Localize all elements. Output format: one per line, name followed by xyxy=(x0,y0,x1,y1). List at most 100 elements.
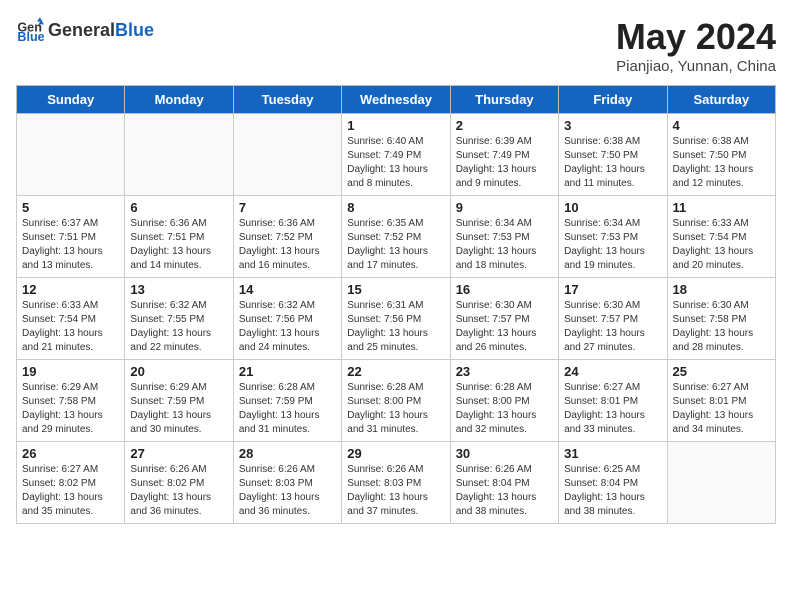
day-info: Sunrise: 6:29 AM Sunset: 7:58 PM Dayligh… xyxy=(22,381,119,437)
calendar-cell xyxy=(233,114,341,196)
day-info: Sunrise: 6:28 AM Sunset: 8:00 PM Dayligh… xyxy=(456,381,553,437)
day-number: 10 xyxy=(564,200,661,215)
calendar-cell: 7 Sunrise: 6:36 AM Sunset: 7:52 PM Daylig… xyxy=(233,196,341,278)
calendar-table: SundayMondayTuesdayWednesdayThursdayFrid… xyxy=(16,85,776,524)
day-number: 13 xyxy=(130,282,227,297)
title-block: May 2024 Pianjiao, Yunnan, China xyxy=(616,16,776,75)
calendar-cell: 30Sunrise: 6:26 AM Sunset: 8:04 PM Dayli… xyxy=(450,442,558,524)
day-number: 24 xyxy=(564,364,661,379)
calendar-cell: 11 Sunrise: 6:33 AM Sunset: 7:54 PM Dayli… xyxy=(667,196,775,278)
calendar-cell: 25Sunrise: 6:27 AM Sunset: 8:01 PM Dayli… xyxy=(667,360,775,442)
calendar-cell: 27 Sunrise: 6:26 AM Sunset: 8:02 PM Dayli… xyxy=(125,442,233,524)
calendar-header: SundayMondayTuesdayWednesdayThursdayFrid… xyxy=(17,86,776,114)
day-of-week-header: Thursday xyxy=(450,86,558,114)
calendar-cell: 2 Sunrise: 6:39 AM Sunset: 7:49 PM Daylig… xyxy=(450,114,558,196)
day-info: Sunrise: 6:37 AM Sunset: 7:51 PM Dayligh… xyxy=(22,217,119,273)
calendar-cell: 9 Sunrise: 6:34 AM Sunset: 7:53 PM Daylig… xyxy=(450,196,558,278)
day-info: Sunrise: 6:34 AM Sunset: 7:53 PM Dayligh… xyxy=(456,217,553,273)
day-number: 27 xyxy=(130,446,227,461)
calendar-cell: 29 Sunrise: 6:26 AM Sunset: 8:03 PM Dayli… xyxy=(342,442,450,524)
day-number: 20 xyxy=(130,364,227,379)
day-number: 16 xyxy=(456,282,553,297)
logo-icon: Gen Blue xyxy=(16,16,44,44)
day-number: 25 xyxy=(673,364,770,379)
day-info: Sunrise: 6:26 AM Sunset: 8:04 PM Dayligh… xyxy=(456,463,553,519)
calendar-cell: 24 Sunrise: 6:27 AM Sunset: 8:01 PM Dayli… xyxy=(559,360,667,442)
day-info: Sunrise: 6:26 AM Sunset: 8:03 PM Dayligh… xyxy=(347,463,444,519)
day-number: 7 xyxy=(239,200,336,215)
day-number: 3 xyxy=(564,118,661,133)
day-number: 21 xyxy=(239,364,336,379)
day-number: 14 xyxy=(239,282,336,297)
day-number: 17 xyxy=(564,282,661,297)
calendar-cell: 22Sunrise: 6:28 AM Sunset: 8:00 PM Dayli… xyxy=(342,360,450,442)
day-number: 1 xyxy=(347,118,444,133)
calendar-cell: 31 Sunrise: 6:25 AM Sunset: 8:04 PM Dayli… xyxy=(559,442,667,524)
calendar-cell: 13 Sunrise: 6:32 AM Sunset: 7:55 PM Dayli… xyxy=(125,278,233,360)
calendar-week-row: 19 Sunrise: 6:29 AM Sunset: 7:58 PM Dayli… xyxy=(17,360,776,442)
day-of-week-header: Saturday xyxy=(667,86,775,114)
day-number: 28 xyxy=(239,446,336,461)
calendar-week-row: 26Sunrise: 6:27 AM Sunset: 8:02 PM Dayli… xyxy=(17,442,776,524)
day-info: Sunrise: 6:38 AM Sunset: 7:50 PM Dayligh… xyxy=(673,135,770,191)
day-number: 2 xyxy=(456,118,553,133)
svg-text:Blue: Blue xyxy=(17,30,44,44)
day-info: Sunrise: 6:32 AM Sunset: 7:56 PM Dayligh… xyxy=(239,299,336,355)
day-info: Sunrise: 6:25 AM Sunset: 8:04 PM Dayligh… xyxy=(564,463,661,519)
calendar-cell: 17Sunrise: 6:30 AM Sunset: 7:57 PM Dayli… xyxy=(559,278,667,360)
day-number: 11 xyxy=(673,200,770,215)
calendar-cell: 28Sunrise: 6:26 AM Sunset: 8:03 PM Dayli… xyxy=(233,442,341,524)
calendar-cell: 21 Sunrise: 6:28 AM Sunset: 7:59 PM Dayli… xyxy=(233,360,341,442)
calendar-cell: 10 Sunrise: 6:34 AM Sunset: 7:53 PM Dayli… xyxy=(559,196,667,278)
day-number: 26 xyxy=(22,446,119,461)
days-of-week-row: SundayMondayTuesdayWednesdayThursdayFrid… xyxy=(17,86,776,114)
day-info: Sunrise: 6:30 AM Sunset: 7:58 PM Dayligh… xyxy=(673,299,770,355)
day-number: 19 xyxy=(22,364,119,379)
day-info: Sunrise: 6:36 AM Sunset: 7:51 PM Dayligh… xyxy=(130,217,227,273)
calendar-cell: 12 Sunrise: 6:33 AM Sunset: 7:54 PM Dayli… xyxy=(17,278,125,360)
calendar-cell: 3 Sunrise: 6:38 AM Sunset: 7:50 PM Daylig… xyxy=(559,114,667,196)
calendar-cell: 8Sunrise: 6:35 AM Sunset: 7:52 PM Daylig… xyxy=(342,196,450,278)
day-number: 18 xyxy=(673,282,770,297)
day-info: Sunrise: 6:38 AM Sunset: 7:50 PM Dayligh… xyxy=(564,135,661,191)
day-info: Sunrise: 6:30 AM Sunset: 7:57 PM Dayligh… xyxy=(456,299,553,355)
calendar-cell xyxy=(667,442,775,524)
day-info: Sunrise: 6:33 AM Sunset: 7:54 PM Dayligh… xyxy=(673,217,770,273)
day-number: 29 xyxy=(347,446,444,461)
calendar-location: Pianjiao, Yunnan, China xyxy=(616,58,776,75)
calendar-cell: 1Sunrise: 6:40 AM Sunset: 7:49 PM Daylig… xyxy=(342,114,450,196)
calendar-cell: 14 Sunrise: 6:32 AM Sunset: 7:56 PM Dayli… xyxy=(233,278,341,360)
calendar-body: 1Sunrise: 6:40 AM Sunset: 7:49 PM Daylig… xyxy=(17,114,776,524)
calendar-cell: 26Sunrise: 6:27 AM Sunset: 8:02 PM Dayli… xyxy=(17,442,125,524)
day-number: 5 xyxy=(22,200,119,215)
calendar-cell xyxy=(17,114,125,196)
day-info: Sunrise: 6:36 AM Sunset: 7:52 PM Dayligh… xyxy=(239,217,336,273)
calendar-cell: 15Sunrise: 6:31 AM Sunset: 7:56 PM Dayli… xyxy=(342,278,450,360)
day-info: Sunrise: 6:33 AM Sunset: 7:54 PM Dayligh… xyxy=(22,299,119,355)
calendar-week-row: 1Sunrise: 6:40 AM Sunset: 7:49 PM Daylig… xyxy=(17,114,776,196)
day-number: 23 xyxy=(456,364,553,379)
day-number: 9 xyxy=(456,200,553,215)
calendar-title: May 2024 xyxy=(616,16,776,58)
day-info: Sunrise: 6:35 AM Sunset: 7:52 PM Dayligh… xyxy=(347,217,444,273)
day-info: Sunrise: 6:26 AM Sunset: 8:02 PM Dayligh… xyxy=(130,463,227,519)
day-number: 4 xyxy=(673,118,770,133)
day-of-week-header: Tuesday xyxy=(233,86,341,114)
calendar-cell: 4 Sunrise: 6:38 AM Sunset: 7:50 PM Daylig… xyxy=(667,114,775,196)
day-info: Sunrise: 6:29 AM Sunset: 7:59 PM Dayligh… xyxy=(130,381,227,437)
calendar-cell: 5 Sunrise: 6:37 AM Sunset: 7:51 PM Daylig… xyxy=(17,196,125,278)
day-info: Sunrise: 6:32 AM Sunset: 7:55 PM Dayligh… xyxy=(130,299,227,355)
day-info: Sunrise: 6:34 AM Sunset: 7:53 PM Dayligh… xyxy=(564,217,661,273)
day-number: 12 xyxy=(22,282,119,297)
day-info: Sunrise: 6:39 AM Sunset: 7:49 PM Dayligh… xyxy=(456,135,553,191)
day-of-week-header: Monday xyxy=(125,86,233,114)
day-info: Sunrise: 6:27 AM Sunset: 8:01 PM Dayligh… xyxy=(564,381,661,437)
calendar-week-row: 5 Sunrise: 6:37 AM Sunset: 7:51 PM Daylig… xyxy=(17,196,776,278)
day-number: 31 xyxy=(564,446,661,461)
day-info: Sunrise: 6:28 AM Sunset: 7:59 PM Dayligh… xyxy=(239,381,336,437)
day-number: 6 xyxy=(130,200,227,215)
day-info: Sunrise: 6:31 AM Sunset: 7:56 PM Dayligh… xyxy=(347,299,444,355)
day-of-week-header: Sunday xyxy=(17,86,125,114)
logo-blue-text: Blue xyxy=(115,20,154,41)
page-header: Gen Blue GeneralBlue May 2024 Pianjiao, … xyxy=(16,16,776,75)
